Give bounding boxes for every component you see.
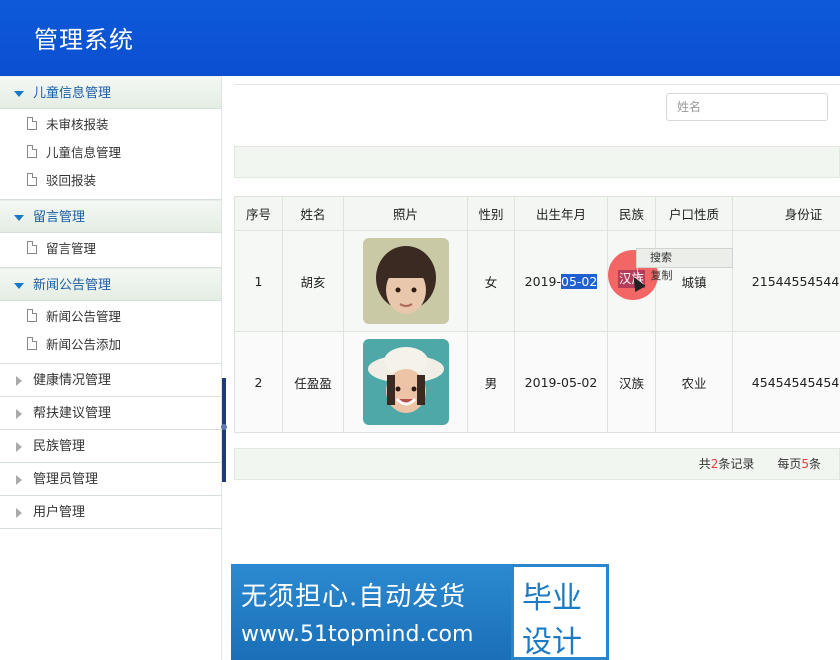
caret-right-icon: [16, 376, 22, 386]
cell-id-card: 2154455454455: [732, 230, 840, 332]
sidebar-item-label: 管理员管理: [33, 472, 99, 487]
sidebar-item-label: 帮扶建议管理: [33, 406, 112, 421]
cell-gender: 女: [467, 230, 515, 332]
sidebar-group-label: 儿童信息管理: [33, 86, 112, 101]
sidebar: 儿童信息管理 未审核报装 儿童信息管理 驳回报装 留言管理 留言管理 新闻公告管…: [0, 76, 222, 660]
sidebar-item-label: 未审核报装: [46, 117, 109, 132]
column-header: 户口性质: [655, 196, 733, 231]
watermark-badge-line2: 设计: [522, 625, 582, 660]
child-photo: [362, 339, 449, 425]
document-icon: [27, 173, 37, 186]
cell-hukou: 农业: [655, 331, 733, 433]
sidebar-item-messages[interactable]: 留言管理: [0, 235, 221, 263]
sidebar-group-label: 新闻公告管理: [33, 278, 112, 293]
sidebar-item-label: 新闻公告添加: [46, 337, 122, 352]
sidebar-item-users[interactable]: 用户管理: [0, 496, 221, 529]
app-header: 管理系统: [0, 0, 840, 76]
caret-right-icon: [16, 508, 22, 518]
column-header: 序号: [234, 196, 283, 231]
sidebar-item-label: 驳回报装: [46, 173, 97, 188]
caret-right-icon: [16, 475, 22, 485]
table-header-row: 序号 姓名 照片 性别 出生年月 民族 户口性质 身份证: [234, 196, 840, 231]
cell-gender: 男: [467, 331, 515, 433]
caret-down-icon: [14, 91, 24, 97]
column-header: 姓名: [282, 196, 344, 231]
caret-right-icon: [16, 409, 22, 419]
watermark-badge-line1: 毕业: [522, 581, 582, 616]
column-header: 出生年月: [514, 196, 608, 231]
pager-text: 每页: [777, 457, 802, 471]
divider: [234, 84, 840, 85]
watermark-banner: 无须担心.自动发货 www.51topmind.com 毕业 设计: [231, 564, 609, 660]
cell-index: 1: [234, 230, 283, 332]
column-header: 身份证: [732, 196, 840, 231]
child-photo: [362, 238, 449, 324]
toolbar-bar: [234, 146, 840, 178]
sidebar-item-label: 民族管理: [33, 439, 86, 454]
watermark-badge: 毕业 设计: [511, 564, 609, 660]
search-selection-button[interactable]: 搜索: [637, 249, 685, 267]
document-icon: [27, 145, 37, 158]
caret-right-icon: [16, 442, 22, 452]
sidebar-item-label: 用户管理: [33, 505, 86, 520]
copy-selection-button[interactable]: 复制: [637, 267, 685, 285]
caret-down-icon: [14, 283, 24, 289]
watermark-url: www.51topmind.com: [241, 622, 474, 647]
watermark-slogan: 无须担心.自动发货: [241, 582, 467, 612]
sidebar-item-unreviewed[interactable]: 未审核报装: [0, 111, 221, 139]
cell-index: 2: [234, 331, 283, 433]
selected-text: 05-02: [561, 273, 598, 289]
caret-down-icon: [14, 215, 24, 221]
column-header: 照片: [343, 196, 468, 231]
sidebar-group-news: 新闻公告管理 新闻公告管理 新闻公告添加: [0, 268, 221, 364]
document-icon: [27, 117, 37, 130]
column-header: 民族: [607, 196, 656, 231]
name-search-input[interactable]: [666, 93, 828, 121]
cell-id-card: 4545454545454: [732, 331, 840, 433]
app-title: 管理系统: [34, 26, 134, 54]
table-row: 1 胡亥 女 2019-05-02 城镇 21544554544: [234, 230, 840, 332]
table-row: 2 任盈盈 男 2019-05-02 汉族 农业 45454545454: [234, 331, 840, 433]
cell-name: 胡亥: [282, 230, 344, 332]
cell-birth: 2019-05-02: [514, 331, 608, 433]
birth-text: 2019-: [524, 273, 561, 289]
sidebar-item-suggestions[interactable]: 帮扶建议管理: [0, 397, 221, 430]
column-header: 性别: [467, 196, 515, 231]
pager-text: 条记录: [718, 457, 755, 471]
sidebar-item-rejected[interactable]: 驳回报装: [0, 167, 221, 195]
document-icon: [27, 309, 37, 322]
cell-photo: [343, 331, 468, 433]
sidebar-group-label: 留言管理: [33, 210, 86, 225]
sidebar-item-label: 儿童信息管理: [46, 145, 122, 160]
pager-text: 条: [808, 457, 821, 471]
sidebar-item-label: 健康情况管理: [33, 373, 112, 388]
cell-ethnicity: 汉族: [607, 331, 656, 433]
pager-per-page: 5: [801, 457, 809, 471]
sidebar-item-news-manage[interactable]: 新闻公告管理: [0, 303, 221, 331]
watermark-left: 无须担心.自动发货 www.51topmind.com: [231, 564, 511, 660]
sidebar-group-messages: 留言管理 留言管理: [0, 200, 221, 268]
sidebar-group-children: 儿童信息管理 未审核报装 儿童信息管理 驳回报装: [0, 76, 221, 200]
children-table: 序号 姓名 照片 性别 出生年月 民族 户口性质 身份证 1 胡亥 女 2019…: [234, 196, 840, 433]
pager-text: 共: [698, 457, 711, 471]
sidebar-group-title-messages[interactable]: 留言管理: [0, 200, 221, 233]
document-icon: [27, 241, 37, 254]
document-icon: [27, 337, 37, 350]
sidebar-item-health[interactable]: 健康情况管理: [0, 364, 221, 397]
sidebar-item-label: 新闻公告管理: [46, 309, 122, 324]
cell-name: 任盈盈: [282, 331, 344, 433]
sidebar-item-label: 留言管理: [46, 241, 97, 256]
collapse-arrow-icon[interactable]: [221, 424, 227, 430]
sidebar-item-admins[interactable]: 管理员管理: [0, 463, 221, 496]
sidebar-item-ethnicity[interactable]: 民族管理: [0, 430, 221, 463]
cell-birth: 2019-05-02: [514, 230, 608, 332]
sidebar-item-children-info[interactable]: 儿童信息管理: [0, 139, 221, 167]
selection-popup: 搜索复制: [636, 248, 733, 285]
pagination-bar: 共2条记录 每页5条: [234, 448, 840, 480]
cell-photo: [343, 230, 468, 332]
sidebar-group-title-news[interactable]: 新闻公告管理: [0, 268, 221, 301]
sidebar-item-news-add[interactable]: 新闻公告添加: [0, 331, 221, 359]
sidebar-group-title-children[interactable]: 儿童信息管理: [0, 76, 221, 109]
sidebar-resize-handle[interactable]: [222, 378, 226, 482]
